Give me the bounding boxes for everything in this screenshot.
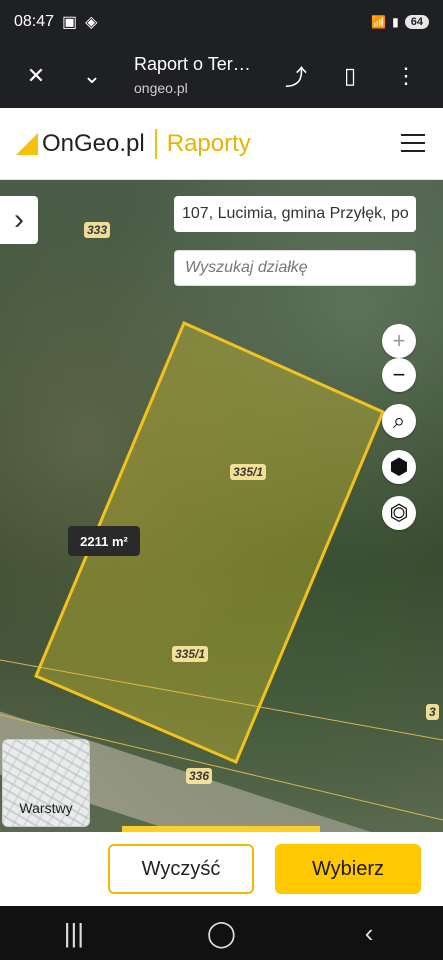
status-bar: 08:47 ▣ ◈ 📶 ▮ 64 <box>0 0 443 44</box>
action-bar: Wyczyść Wybierz <box>0 832 443 906</box>
logo-divider <box>154 129 157 159</box>
select-button[interactable]: Wybierz <box>275 844 421 894</box>
measure-button[interactable]: ⏣ <box>382 496 416 530</box>
poland-map-icon: ⬢ <box>389 454 409 479</box>
layers-label: Warstwy <box>19 800 73 816</box>
chevron-right-icon: › <box>14 203 24 236</box>
ruler-icon: ⏣ <box>389 500 409 525</box>
parcel-label: 336 <box>186 768 213 784</box>
logo-arrow-icon <box>16 133 38 155</box>
parcel-search[interactable] <box>174 250 416 286</box>
signal-icon: ▮ <box>392 15 399 29</box>
parcel-label: 335/1 <box>172 646 209 662</box>
screen-icon: ▣ <box>62 14 78 31</box>
area-badge: 2211 m² <box>68 526 140 556</box>
zoom-out-button[interactable]: − <box>382 358 416 392</box>
plus-icon: + <box>392 328 406 353</box>
minus-icon: − <box>392 362 406 387</box>
system-nav-bar: ||| ◯ ‹ <box>0 906 443 960</box>
browser-url: ongeo.pl <box>134 80 188 96</box>
vpn-icon: ◈ <box>85 14 98 31</box>
site-header: OnGeo.pl Raporty <box>0 108 443 180</box>
logo-section: Raporty <box>166 130 251 157</box>
parcel-search-input[interactable] <box>183 258 415 278</box>
parcel-label: 335/1 <box>230 464 267 480</box>
zoom-in-button[interactable]: + <box>382 324 416 358</box>
search-map-button[interactable]: ⌕ <box>382 404 416 438</box>
parcel-label: 3 <box>426 704 439 720</box>
clear-button[interactable]: Wyczyść <box>108 844 254 894</box>
logo-brand: OnGeo.pl <box>42 130 145 157</box>
close-icon[interactable]: ✕ <box>22 62 50 90</box>
browser-title: Raport o Ter… <box>134 54 251 74</box>
bookmark-icon[interactable]: ▯ <box>336 62 364 90</box>
share-icon[interactable]: ⤴ <box>282 62 310 90</box>
chevron-down-icon[interactable]: ⌄ <box>78 62 106 90</box>
logo[interactable]: OnGeo.pl Raporty <box>16 128 251 160</box>
time: 08:47 <box>14 13 55 30</box>
back-icon[interactable]: ‹ <box>339 918 399 949</box>
recent-apps-icon[interactable]: ||| <box>44 918 104 949</box>
address-field[interactable]: 107, Lucimia, gmina Przyłęk, po <box>174 196 416 232</box>
browser-toolbar: ✕ ⌄ Raport o Ter… ongeo.pl ⤴ ▯ ⋮ <box>0 44 443 108</box>
status-left: 08:47 ▣ ◈ <box>14 12 97 32</box>
battery-indicator: 64 <box>404 15 429 29</box>
home-icon[interactable]: ◯ <box>191 918 251 949</box>
magnifier-icon: ⌕ <box>392 408 406 433</box>
wifi-icon: 📶 <box>371 15 387 29</box>
status-right: 📶 ▮ 64 <box>371 15 429 29</box>
menu-icon[interactable] <box>401 134 425 152</box>
layers-button[interactable]: Warstwy <box>2 739 90 827</box>
sidebar-toggle-button[interactable]: › <box>0 196 38 244</box>
poland-view-button[interactable]: ⬢ <box>382 450 416 484</box>
parcel-label: 333 <box>84 222 111 238</box>
more-options-icon[interactable]: ⋮ <box>392 62 420 90</box>
